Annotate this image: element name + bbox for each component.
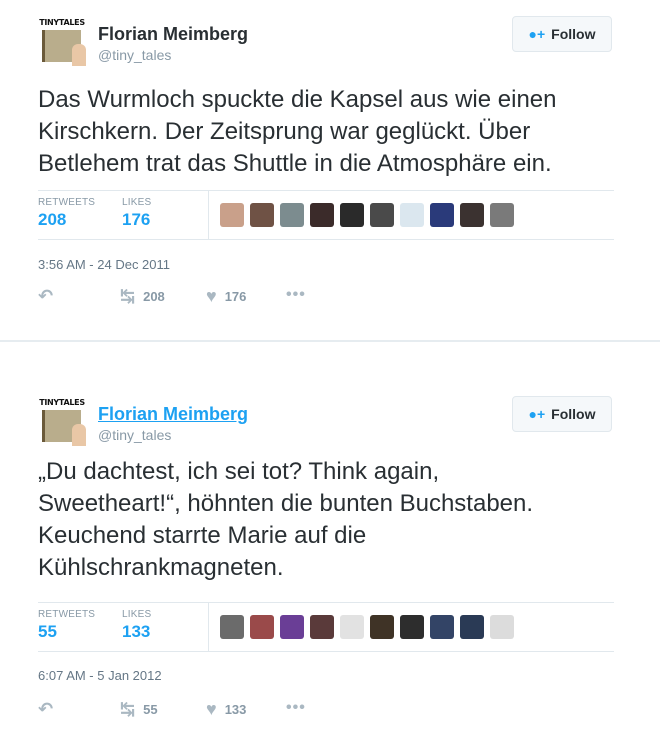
avatar[interactable]: TINYTALES bbox=[38, 18, 86, 66]
author-handle[interactable]: @tiny_tales bbox=[98, 427, 171, 443]
avatar-logo-text: TINYTALES bbox=[39, 398, 85, 407]
follow-button[interactable]: ●+ Follow bbox=[512, 16, 612, 52]
retweet-button[interactable]: ↹ 208 bbox=[120, 286, 165, 307]
more-button[interactable]: ••• bbox=[286, 286, 306, 304]
stats-divider bbox=[208, 191, 209, 239]
likes-label: LIKES bbox=[122, 197, 152, 208]
retweet-button[interactable]: ↹ 55 bbox=[120, 699, 158, 720]
author-handle[interactable]: @tiny_tales bbox=[98, 47, 171, 63]
add-user-icon: ●+ bbox=[528, 406, 546, 422]
likes-label: LIKES bbox=[122, 609, 152, 620]
retweets-label: RETWEETS bbox=[38, 197, 96, 208]
tweet-actions: ↶ ↹ 208 ♥ 176 ••• bbox=[38, 286, 338, 306]
liker-avatar[interactable] bbox=[460, 203, 484, 227]
tweet-stats: RETWEETS 208 LIKES 176 bbox=[38, 190, 614, 240]
timestamp[interactable]: 6:07 AM - 5 Jan 2012 bbox=[38, 668, 162, 683]
tweet-stats: RETWEETS 55 LIKES 133 bbox=[38, 602, 614, 652]
liker-avatar[interactable] bbox=[460, 615, 484, 639]
liker-avatar[interactable] bbox=[430, 203, 454, 227]
liker-avatar[interactable] bbox=[490, 615, 514, 639]
liker-avatar[interactable] bbox=[310, 203, 334, 227]
retweets-stat[interactable]: RETWEETS 55 bbox=[38, 609, 95, 642]
liker-avatar[interactable] bbox=[220, 203, 244, 227]
liker-avatar[interactable] bbox=[400, 203, 424, 227]
follow-label: Follow bbox=[551, 406, 596, 422]
retweets-value: 208 bbox=[38, 210, 67, 229]
stats-divider bbox=[208, 603, 209, 651]
liker-avatar[interactable] bbox=[370, 203, 394, 227]
tweet-2: TINYTALES Florian Meimberg @tiny_tales ●… bbox=[0, 342, 660, 733]
tweet-1: TINYTALES Florian Meimberg @tiny_tales ●… bbox=[0, 0, 660, 340]
reply-button[interactable]: ↶ bbox=[38, 286, 53, 307]
more-icon: ••• bbox=[286, 286, 306, 303]
liker-avatar[interactable] bbox=[280, 615, 304, 639]
like-count: 133 bbox=[224, 702, 247, 717]
author-name[interactable]: Florian Meimberg bbox=[98, 24, 248, 45]
liker-avatar[interactable] bbox=[220, 615, 244, 639]
retweets-value: 55 bbox=[38, 622, 57, 641]
retweet-icon: ↹ bbox=[120, 699, 136, 719]
liker-avatar[interactable] bbox=[490, 203, 514, 227]
liker-avatar[interactable] bbox=[340, 615, 364, 639]
liker-avatar[interactable] bbox=[250, 615, 274, 639]
heart-icon: ♥ bbox=[206, 699, 217, 719]
retweet-icon: ↹ bbox=[120, 286, 136, 306]
likes-value: 133 bbox=[122, 622, 151, 641]
follow-button[interactable]: ●+ Follow bbox=[512, 396, 612, 432]
like-button[interactable]: ♥ 133 bbox=[206, 699, 246, 720]
retweets-stat[interactable]: RETWEETS 208 bbox=[38, 197, 95, 230]
more-icon: ••• bbox=[286, 699, 306, 716]
follow-label: Follow bbox=[551, 26, 596, 42]
liker-avatar[interactable] bbox=[310, 615, 334, 639]
liker-avatar[interactable] bbox=[430, 615, 454, 639]
retweet-count: 55 bbox=[143, 702, 158, 717]
liker-avatars bbox=[220, 203, 514, 227]
author-name[interactable]: Florian Meimberg bbox=[98, 404, 248, 425]
add-user-icon: ●+ bbox=[528, 26, 546, 42]
liker-avatar[interactable] bbox=[250, 203, 274, 227]
liker-avatar[interactable] bbox=[370, 615, 394, 639]
reply-button[interactable]: ↶ bbox=[38, 699, 53, 720]
liker-avatar[interactable] bbox=[280, 203, 304, 227]
likes-value: 176 bbox=[122, 210, 151, 229]
retweets-label: RETWEETS bbox=[38, 609, 96, 620]
retweet-count: 208 bbox=[143, 289, 165, 304]
likes-stat[interactable]: LIKES 176 bbox=[122, 197, 151, 230]
like-count: 176 bbox=[224, 289, 247, 304]
timestamp[interactable]: 3:56 AM - 24 Dec 2011 bbox=[38, 257, 170, 272]
hand-image bbox=[72, 424, 86, 446]
reply-icon: ↶ bbox=[38, 286, 54, 306]
tweet-actions: ↶ ↹ 55 ♥ 133 ••• bbox=[38, 699, 338, 719]
avatar-logo-text: TINYTALES bbox=[39, 18, 85, 27]
more-button[interactable]: ••• bbox=[286, 699, 306, 717]
tweet-text: Das Wurmloch spuckte die Kapsel aus wie … bbox=[38, 86, 557, 177]
like-button[interactable]: ♥ 176 bbox=[206, 286, 246, 307]
heart-icon: ♥ bbox=[206, 286, 217, 306]
liker-avatar[interactable] bbox=[340, 203, 364, 227]
liker-avatar[interactable] bbox=[400, 615, 424, 639]
avatar[interactable]: TINYTALES bbox=[38, 398, 86, 446]
hand-image bbox=[72, 44, 86, 66]
reply-icon: ↶ bbox=[38, 699, 54, 719]
likes-stat[interactable]: LIKES 133 bbox=[122, 609, 151, 642]
liker-avatars bbox=[220, 615, 514, 639]
tweet-text: „Du dachtest, ich sei tot? Think again, … bbox=[38, 458, 534, 581]
